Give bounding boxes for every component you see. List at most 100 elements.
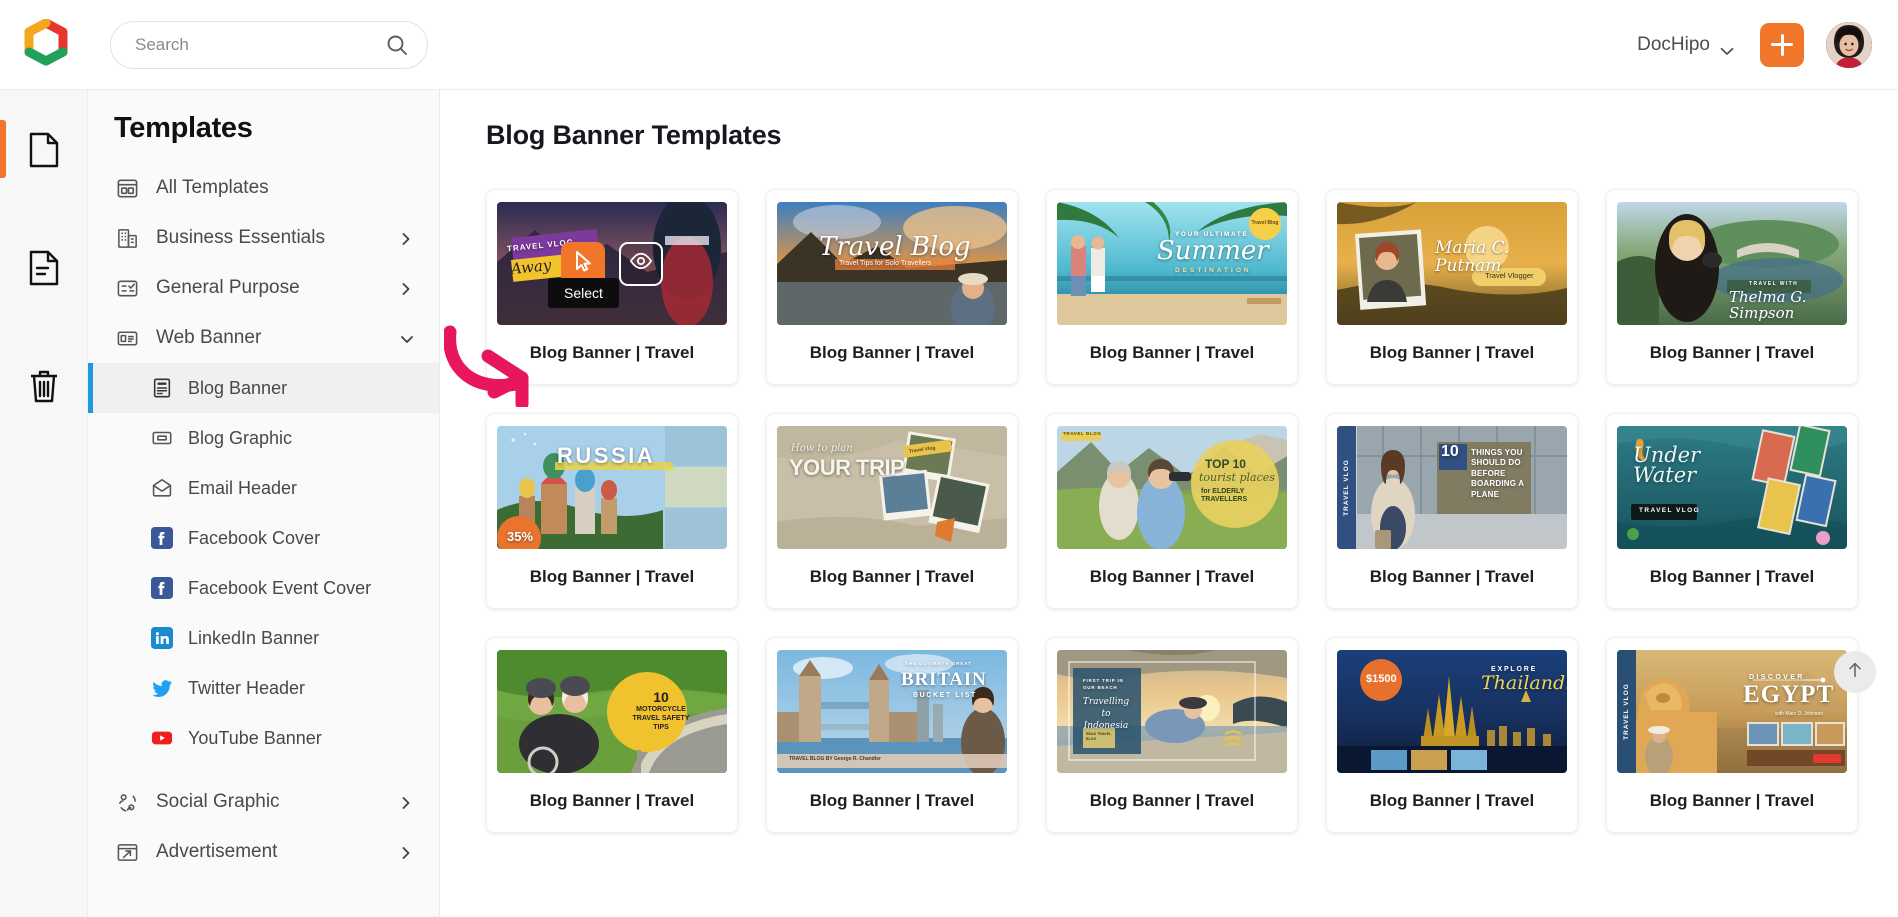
template-card[interactable]: How to plan YOUR TRIP Travel Vlog Blog B… (766, 413, 1018, 609)
thumb-headline: Thelma G. Simpson (1729, 288, 1807, 322)
thumb-headline: TOP 10 (1205, 457, 1246, 471)
template-thumbnail[interactable]: FIRST TRIP IN OUR BEACH Travelling to In… (1057, 650, 1287, 773)
search-icon[interactable] (385, 33, 409, 57)
topbar-right-group: DocHipo (1633, 21, 1872, 68)
sidebar-item-general-purpose[interactable]: General Purpose (88, 263, 439, 313)
thumb-headline: Travel Blog (819, 232, 971, 262)
chevron-right-icon (400, 846, 413, 859)
thumb-badge: TRAVEL BLOG (1063, 431, 1102, 436)
thumb-sidetab: TRAVEL VLOG (1617, 650, 1636, 773)
template-thumbnail[interactable]: TRAVEL VLOG DISCOVER EGYPT with Marc D. … (1617, 650, 1847, 773)
template-card[interactable]: THE ULTIMATE GREAT BRITAIN BUCKET LIST T… (766, 637, 1018, 833)
template-card[interactable]: YOUR ULTIMATE Summer DESTINATION Travel … (1046, 189, 1298, 385)
sidebar-item-web-banner[interactable]: Web Banner (88, 313, 439, 363)
building-icon (114, 225, 140, 251)
main-content: Blog Banner Templates TRAVEL VLOG Away S… (440, 90, 1898, 917)
template-hover-overlay: Select (497, 202, 727, 325)
thumb-sub: FIRST TRIP IN OUR BEACH (1083, 678, 1124, 690)
grid-layout-icon (114, 175, 140, 201)
thumb-headline: Summer (1157, 236, 1269, 266)
rail-item-documents[interactable] (0, 114, 88, 186)
create-new-button[interactable] (1760, 22, 1804, 67)
thumb-sub: Travel Vlogger (1485, 271, 1534, 280)
sidebar-item-facebook-cover[interactable]: Facebook Cover (88, 513, 439, 563)
dochipo-logo-icon[interactable] (20, 18, 72, 71)
search-input[interactable] (135, 34, 385, 55)
thumb-sub: tourist places (1199, 471, 1275, 484)
sidebar-item-label: Facebook Event Cover (188, 577, 372, 598)
sidebar-item-blog-graphic[interactable]: Blog Graphic (88, 413, 439, 463)
template-card[interactable]: TRAVEL WITH Thelma G. Simpson Blog Banne… (1606, 189, 1858, 385)
sidebar-item-label: General Purpose (156, 277, 300, 298)
template-thumbnail[interactable]: TRAVEL VLOG 10 THINGS YOU SHOULD DO BEFO… (1337, 426, 1567, 549)
template-thumbnail[interactable]: TRAVEL VLOG Away Select (497, 202, 727, 325)
sidebar-item-social-graphic[interactable]: Social Graphic (88, 777, 439, 827)
rail-item-trash[interactable] (0, 350, 88, 422)
sidebar-item-blog-banner[interactable]: Blog Banner (88, 363, 439, 413)
sidebar-item-email-header[interactable]: Email Header (88, 463, 439, 513)
sidebar-item-all-templates[interactable]: All Templates (88, 163, 439, 213)
plus-icon (1771, 33, 1793, 56)
template-card[interactable]: TRAVEL BLOG TOP 10 tourist places for EL… (1046, 413, 1298, 609)
template-card[interactable]: Maria C. Putnam Travel Vlogger Blog Bann… (1326, 189, 1578, 385)
template-card[interactable]: EXPLORE Thailand! $1500 Blog Banner | Tr… (1326, 637, 1578, 833)
icon-rail (0, 90, 88, 917)
cursor-pointer-icon (571, 249, 595, 278)
page-title: Blog Banner Templates (486, 120, 782, 150)
facebook-icon (150, 576, 174, 600)
sidebar-item-business-essentials[interactable]: Business Essentials (88, 213, 439, 263)
avatar[interactable] (1826, 21, 1872, 68)
template-thumbnail[interactable]: How to plan YOUR TRIP Travel Vlog (777, 426, 1007, 549)
template-thumbnail[interactable]: THE ULTIMATE GREAT BRITAIN BUCKET LIST T… (777, 650, 1007, 773)
search-box[interactable] (110, 20, 428, 69)
template-card-label: Blog Banner | Travel (529, 791, 695, 810)
template-thumbnail[interactable]: Under Water TRAVEL VLOG (1617, 426, 1847, 549)
template-card[interactable]: TRAVEL VLOG DISCOVER EGYPT with Marc D. … (1606, 637, 1858, 833)
chevron-down-icon (1720, 40, 1734, 55)
sidebar-item-facebook-event-cover[interactable]: Facebook Event Cover (88, 563, 439, 613)
template-card-label: Blog Banner | Travel (1649, 791, 1815, 810)
sidebar-item-twitter-header[interactable]: Twitter Header (88, 663, 439, 713)
sidebar-title: Templates (114, 112, 253, 144)
thumb-headline: EGYPT (1743, 681, 1835, 708)
template-thumbnail[interactable]: TRAVEL BLOG TOP 10 tourist places for EL… (1057, 426, 1287, 549)
template-thumbnail[interactable]: Maria C. Putnam Travel Vlogger (1337, 202, 1567, 325)
template-card[interactable]: 10 MOTORCYCLE TRAVEL SAFETY TIPS Blog Ba… (486, 637, 738, 833)
template-card-label: Blog Banner | Travel (809, 791, 975, 810)
template-thumbnail[interactable]: TRAVEL WITH Thelma G. Simpson (1617, 202, 1847, 325)
template-card[interactable]: Travel Blog Travel Tips for Solo Travell… (766, 189, 1018, 385)
template-card-label: Blog Banner | Travel (1369, 567, 1535, 586)
workspace-selector[interactable]: DocHipo (1633, 28, 1738, 62)
template-thumbnail[interactable]: RUSSIA 35% (497, 426, 727, 549)
sidebar-item-youtube-banner[interactable]: YouTube Banner (88, 713, 439, 763)
thumb-badge: Travel Blog (1249, 208, 1281, 240)
thumb-sub: MOTORCYCLE TRAVEL SAFETY TIPS (632, 706, 690, 731)
template-thumbnail[interactable]: 10 MOTORCYCLE TRAVEL SAFETY TIPS (497, 650, 727, 773)
twitter-icon (150, 676, 174, 700)
template-card[interactable]: RUSSIA 35% Blog Banner | Travel (486, 413, 738, 609)
template-card[interactable]: FIRST TRIP IN OUR BEACH Travelling to In… (1046, 637, 1298, 833)
template-card-label: Blog Banner | Travel (1369, 791, 1535, 810)
template-card[interactable]: Under Water TRAVEL VLOG Blog Banner | Tr… (1606, 413, 1858, 609)
template-card[interactable]: TRAVEL VLOG Away Select Blog Banner | Tr… (486, 189, 738, 385)
banner-icon (114, 325, 140, 351)
thumb-footer: TRAVEL BLOG BY George R. Chandler (789, 756, 881, 762)
thumb-sub: THE ULTIMATE GREAT (905, 661, 972, 666)
template-thumbnail[interactable]: YOUR ULTIMATE Summer DESTINATION Travel … (1057, 202, 1287, 325)
rail-item-templates[interactable] (0, 232, 88, 304)
social-graphic-icon (114, 789, 140, 815)
sidebar-item-linkedin-banner[interactable]: LinkedIn Banner (88, 613, 439, 663)
template-card-label: Blog Banner | Travel (1649, 343, 1815, 362)
template-card[interactable]: TRAVEL VLOG 10 THINGS YOU SHOULD DO BEFO… (1326, 413, 1578, 609)
sidebar-item-label: Twitter Header (188, 677, 306, 698)
template-thumbnail[interactable]: Travel Blog Travel Tips for Solo Travell… (777, 202, 1007, 325)
template-card-label: Blog Banner | Travel (809, 567, 975, 586)
eye-icon (629, 249, 653, 278)
scroll-to-top-button[interactable] (1834, 651, 1876, 693)
sidebar-item-label: Email Header (188, 477, 298, 498)
preview-template-button[interactable] (619, 241, 663, 286)
sidebar-item-advertisement[interactable]: Advertisement (88, 827, 439, 877)
template-thumbnail[interactable]: EXPLORE Thailand! $1500 (1337, 650, 1567, 773)
thumb-headline: Under Water (1633, 443, 1701, 487)
blog-banner-icon (150, 376, 174, 400)
